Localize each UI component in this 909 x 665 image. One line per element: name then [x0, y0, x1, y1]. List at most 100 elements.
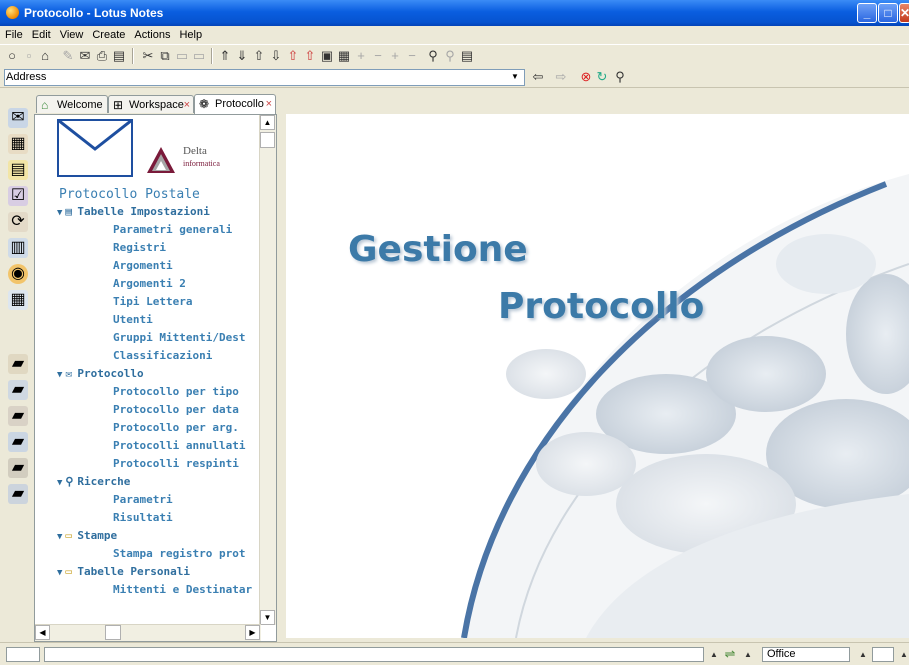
bookmark-folder-icon[interactable]: ▰: [8, 458, 28, 478]
scroll-thumb[interactable]: [105, 625, 121, 640]
close-tab-icon[interactable]: ×: [266, 95, 272, 113]
mail-status-icon[interactable]: [872, 647, 894, 662]
next-doc-icon[interactable]: ⇩: [268, 48, 284, 64]
nav-item[interactable]: Utenti: [113, 313, 153, 326]
close-button[interactable]: ✕: [899, 3, 909, 23]
tab-protocollo[interactable]: ❁ Protocollo ×: [194, 94, 276, 114]
todo-bookmark-icon[interactable]: ☑: [8, 186, 28, 206]
nav-item[interactable]: Tipi Lettera: [113, 295, 192, 308]
nav-item[interactable]: Protocolli respinti: [113, 457, 239, 470]
favorites-bookmark-icon[interactable]: ◉: [8, 264, 28, 284]
nav-section-tabelle-impostazioni[interactable]: ▼ ▤ Tabelle Impostazioni: [57, 205, 210, 218]
scroll-up-icon[interactable]: ▲: [260, 115, 275, 130]
paste-icon[interactable]: ▭: [174, 48, 190, 64]
select-icon[interactable]: ▣: [319, 48, 335, 64]
view-icon[interactable]: ▦: [336, 48, 352, 64]
tab-welcome[interactable]: ⌂ Welcome: [36, 95, 108, 113]
chevron-up-icon[interactable]: ▲: [706, 647, 722, 663]
nav-item[interactable]: Risultati: [113, 511, 173, 524]
nav-section-tabelle-personali[interactable]: ▼ ▭ Tabelle Personali: [57, 565, 190, 578]
menu-actions[interactable]: Actions: [129, 26, 174, 41]
replicator-bookmark-icon[interactable]: ⟳: [8, 212, 28, 232]
forward-mail-icon[interactable]: ✉: [77, 48, 93, 64]
minimize-button[interactable]: _: [857, 3, 877, 23]
calendar-bookmark-icon[interactable]: ▦: [8, 134, 28, 154]
paste-special-icon[interactable]: ▭: [191, 48, 207, 64]
database-bookmark-icon[interactable]: ▥: [8, 238, 28, 258]
nav-item[interactable]: Parametri generali: [113, 223, 232, 236]
expand-arrow-icon[interactable]: ▼: [57, 532, 62, 542]
properties-icon[interactable]: ▤: [111, 48, 127, 64]
maximize-button[interactable]: □: [878, 3, 898, 23]
bookmark-folder-icon[interactable]: ▰: [8, 484, 28, 504]
network-icon[interactable]: ⇌: [722, 646, 738, 662]
search-web-icon[interactable]: ⚲: [612, 69, 628, 85]
save-icon[interactable]: ▫: [21, 48, 37, 64]
scroll-thumb[interactable]: [260, 132, 275, 148]
scroll-right-icon[interactable]: ▶: [245, 625, 260, 640]
find-icon[interactable]: ⚲: [425, 48, 441, 64]
grid-bookmark-icon[interactable]: ▦: [8, 290, 28, 310]
nav-section-ricerche[interactable]: ▼ ⚲ Ricerche: [57, 475, 130, 488]
menu-view[interactable]: View: [55, 26, 88, 41]
first-doc-icon[interactable]: ⇑: [217, 48, 233, 64]
next-unread-icon[interactable]: ⇧: [302, 48, 318, 64]
nav-item[interactable]: Protocollo per arg.: [113, 421, 239, 434]
nav-item[interactable]: Argomenti 2: [113, 277, 186, 290]
status-indicator[interactable]: [6, 647, 40, 662]
bookmark-folder-icon[interactable]: ▰: [8, 432, 28, 452]
expand-arrow-icon[interactable]: ▼: [57, 568, 62, 578]
nav-section-stampe[interactable]: ▼ ▭ Stampe: [57, 529, 117, 542]
nav-item[interactable]: Registri: [113, 241, 166, 254]
expand-arrow-icon[interactable]: ▼: [57, 208, 62, 218]
pane-splitter[interactable]: [277, 114, 286, 642]
menu-file[interactable]: File: [0, 26, 27, 41]
nav-item[interactable]: Stampa registro prot: [113, 547, 245, 560]
lotus-notes-app-icon[interactable]: [6, 6, 19, 19]
close-tab-icon[interactable]: ×: [184, 96, 190, 114]
nav-item[interactable]: Classificazioni: [113, 349, 212, 362]
bookmark-folder-icon[interactable]: ▰: [8, 380, 28, 400]
open-icon[interactable]: ⌂: [37, 48, 53, 64]
refresh-icon[interactable]: ↻: [594, 69, 610, 85]
bookmark-folder-icon[interactable]: ▰: [8, 406, 28, 426]
nav-item[interactable]: Argomenti: [113, 259, 173, 272]
nav-item[interactable]: Protocollo per tipo: [113, 385, 239, 398]
last-doc-icon[interactable]: ⇓: [234, 48, 250, 64]
collapse-all-icon[interactable]: −: [404, 48, 420, 64]
new-icon[interactable]: ○: [4, 48, 20, 64]
chevron-up-icon[interactable]: ▲: [896, 647, 909, 663]
bookmark-folder-icon[interactable]: ▰: [8, 354, 28, 374]
collapse-icon[interactable]: −: [370, 48, 386, 64]
menu-edit[interactable]: Edit: [27, 26, 55, 41]
nav-section-protocollo[interactable]: ▼ ✉ Protocollo: [57, 367, 144, 380]
prev-doc-icon[interactable]: ⇧: [251, 48, 267, 64]
expand-arrow-icon[interactable]: ▼: [57, 478, 62, 488]
edit-icon[interactable]: ✎: [60, 48, 76, 64]
nav-item[interactable]: Protocollo per data: [113, 403, 239, 416]
cut-icon[interactable]: ✂: [140, 48, 156, 64]
address-input[interactable]: [4, 69, 525, 86]
forward-icon[interactable]: ⇨: [553, 69, 569, 85]
chevron-down-icon[interactable]: ▼: [508, 70, 522, 83]
print-icon[interactable]: ⎙: [94, 48, 110, 64]
search-icon[interactable]: ⚲: [442, 48, 458, 64]
expand-all-icon[interactable]: +: [387, 48, 403, 64]
back-icon[interactable]: ⇦: [530, 69, 546, 85]
address-book-bookmark-icon[interactable]: ▤: [8, 160, 28, 180]
expand-arrow-icon[interactable]: ▼: [57, 370, 62, 380]
chevron-up-icon[interactable]: ▲: [740, 647, 756, 663]
stop-icon[interactable]: ⊗: [578, 69, 594, 85]
chevron-up-icon[interactable]: ▲: [855, 647, 871, 663]
expand-icon[interactable]: +: [353, 48, 369, 64]
prev-unread-icon[interactable]: ⇧: [285, 48, 301, 64]
copy-icon[interactable]: ⧉: [157, 48, 173, 64]
print-preview-icon[interactable]: ▤: [459, 48, 475, 64]
nav-horizontal-scrollbar[interactable]: ◀ ▶: [35, 624, 261, 641]
nav-vertical-scrollbar[interactable]: ▲ ▼: [259, 115, 276, 625]
nav-item[interactable]: Parametri: [113, 493, 173, 506]
menu-create[interactable]: Create: [87, 26, 129, 41]
scroll-left-icon[interactable]: ◀: [35, 625, 50, 640]
tab-workspace[interactable]: ⊞ Workspace ×: [108, 95, 194, 113]
nav-item[interactable]: Gruppi Mittenti/Dest: [113, 331, 245, 344]
